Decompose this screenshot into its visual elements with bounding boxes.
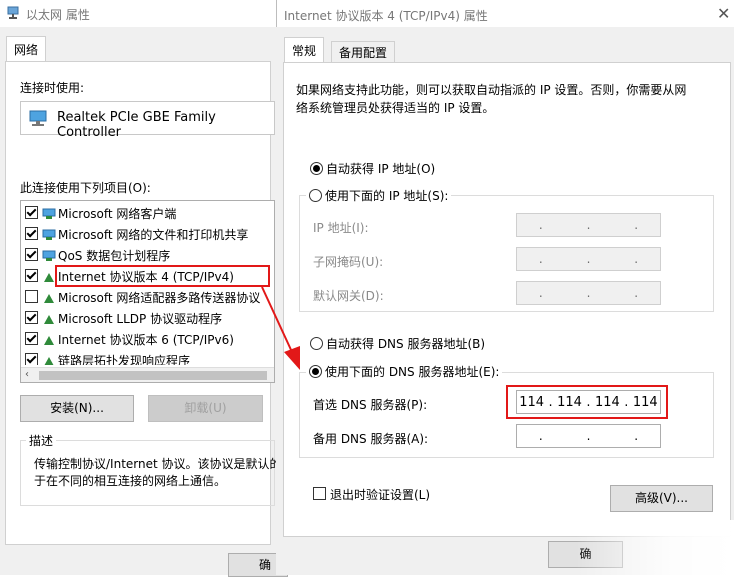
red-arrow-icon bbox=[261, 286, 300, 370]
